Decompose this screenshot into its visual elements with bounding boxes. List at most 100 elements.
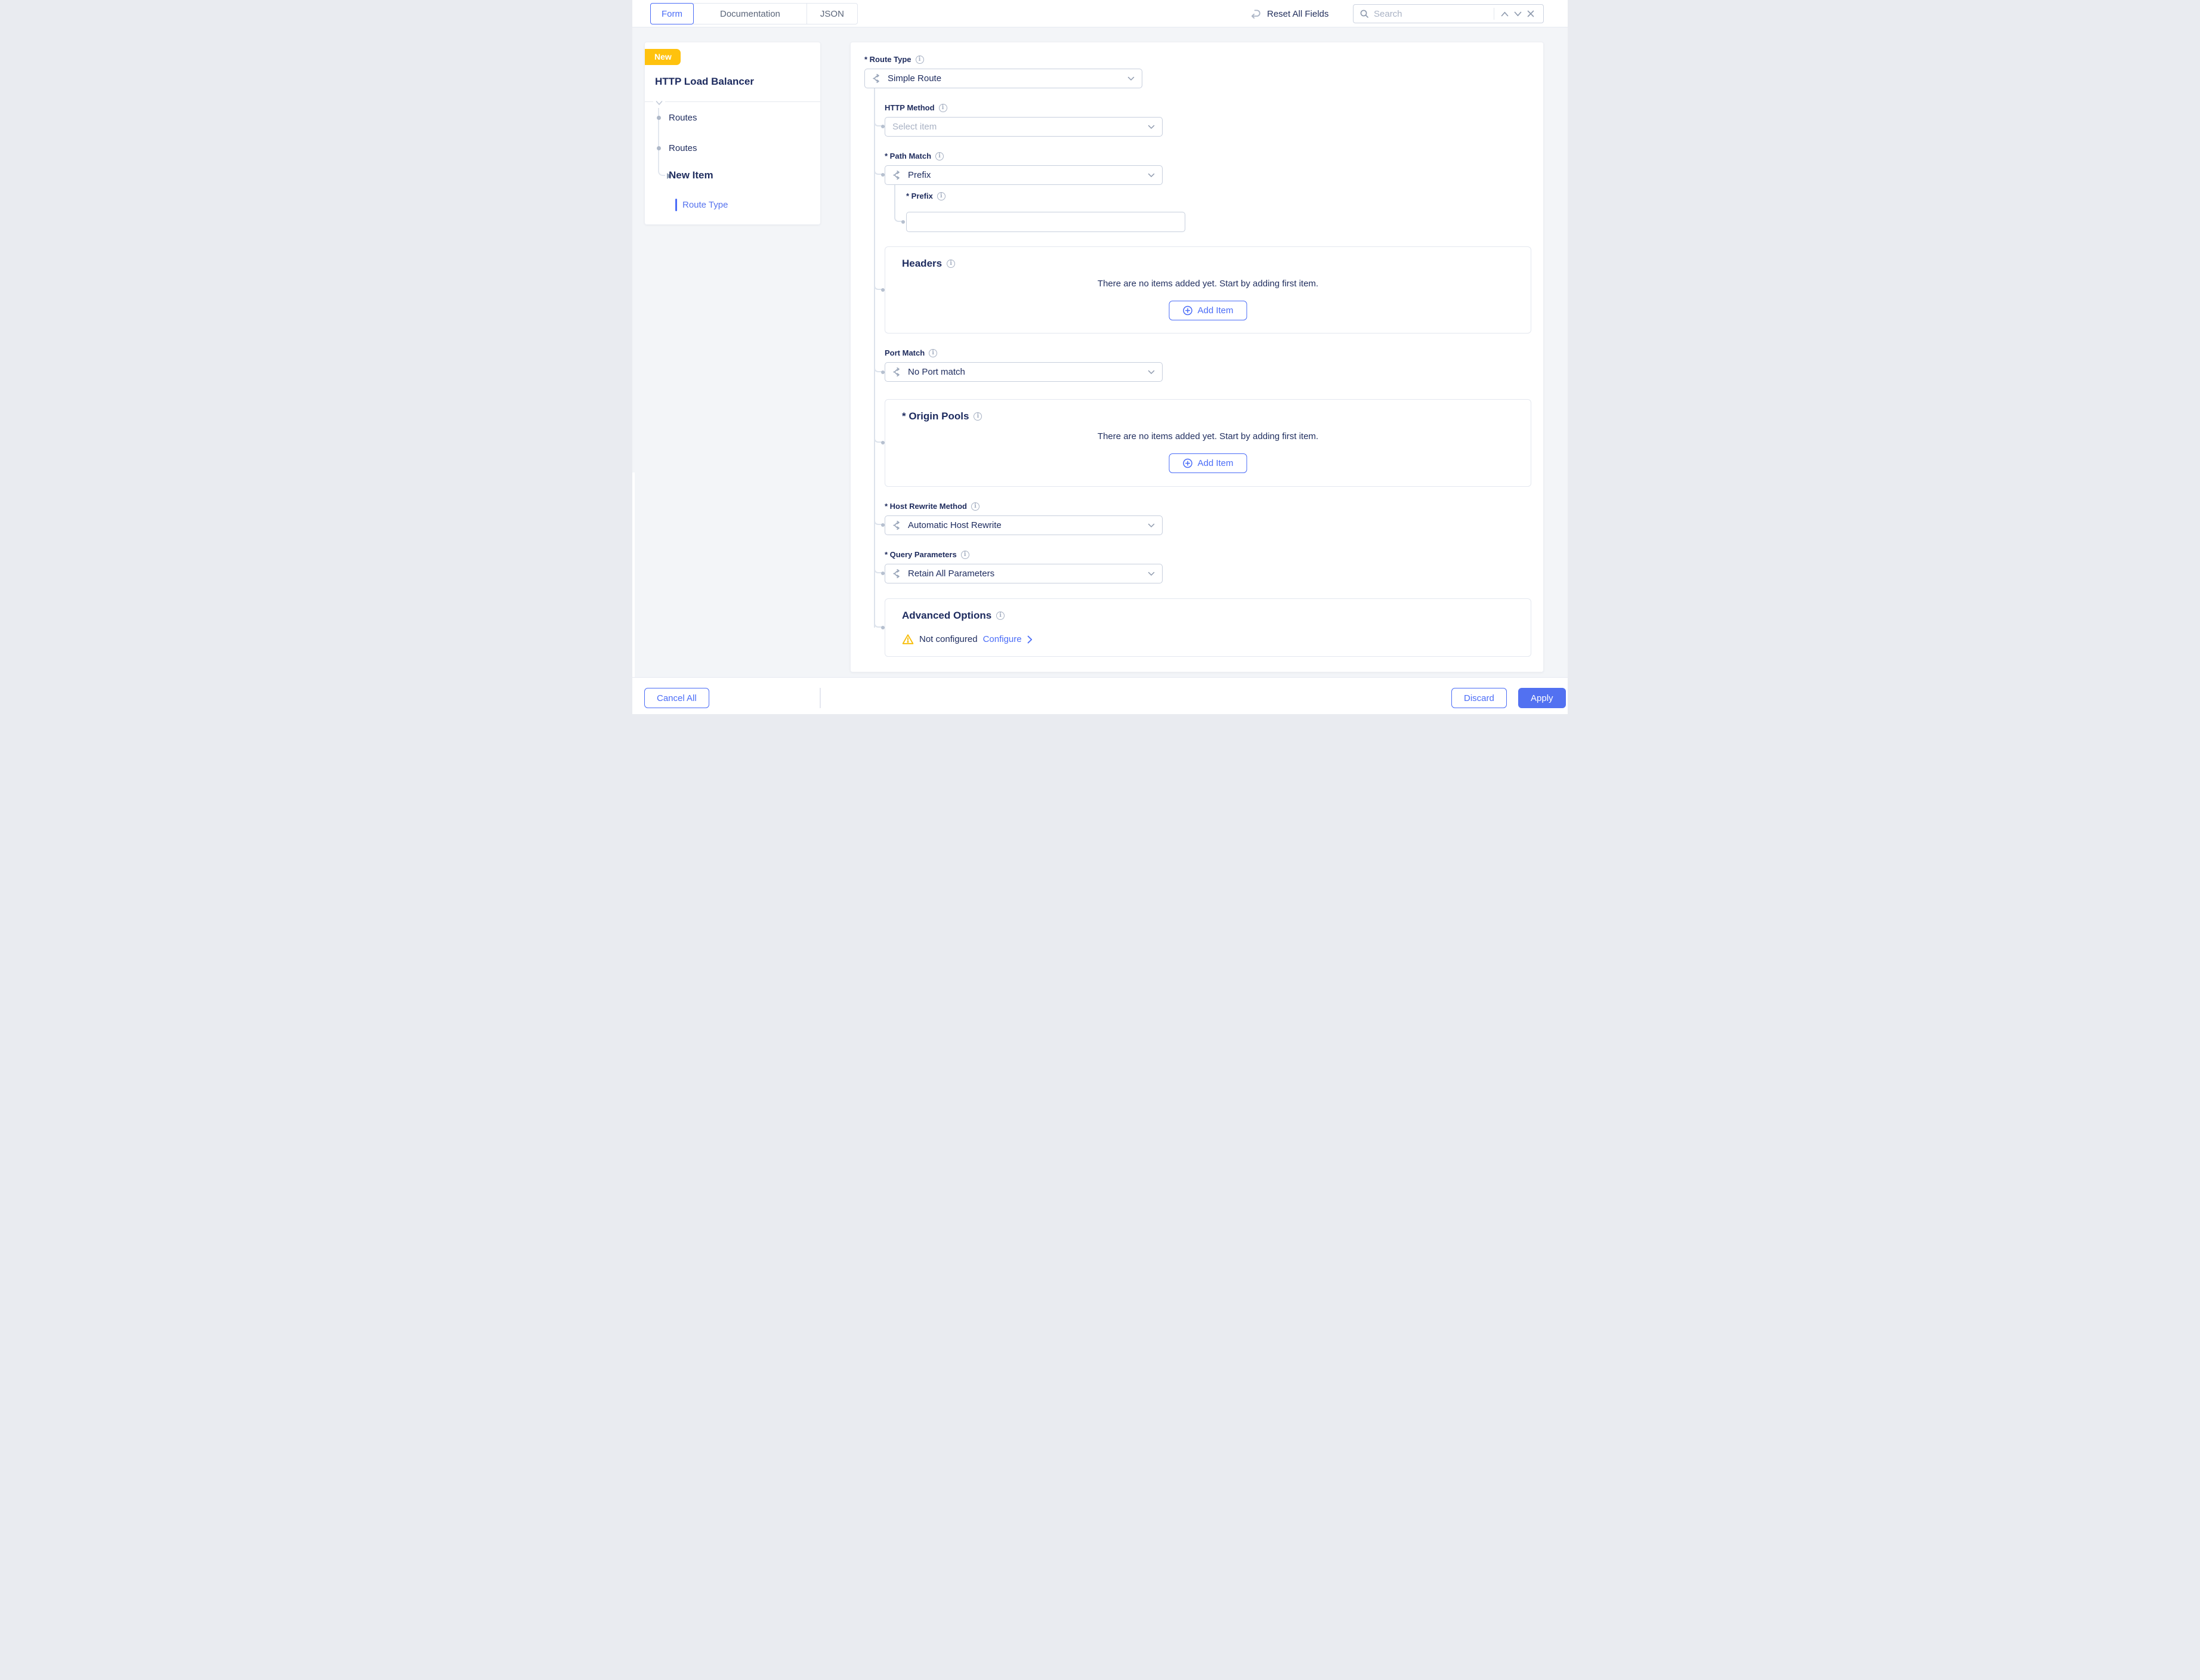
- port-match-value: No Port match: [908, 367, 965, 377]
- headers-title: Headers: [902, 258, 942, 270]
- http-method-placeholder: Select item: [892, 122, 937, 132]
- http-method-select[interactable]: Select item: [885, 117, 1163, 137]
- chevron-down-icon: [1148, 173, 1155, 178]
- apply-label: Apply: [1531, 693, 1553, 703]
- info-icon[interactable]: [996, 612, 1005, 620]
- tree-line: [874, 283, 882, 290]
- sidebar-item-routes-2[interactable]: Routes: [669, 143, 697, 153]
- panel-title: HTTP Load Balancer: [655, 76, 754, 88]
- origin-pools-empty-text: There are no items added yet. Start by a…: [885, 431, 1531, 441]
- apply-button[interactable]: Apply: [1518, 688, 1566, 708]
- headers-add-item-button[interactable]: Add Item: [1169, 301, 1247, 320]
- reset-label: Reset All Fields: [1267, 9, 1328, 19]
- prefix-input[interactable]: [906, 212, 1185, 232]
- info-icon[interactable]: [916, 55, 924, 64]
- tree-line-dot: [901, 220, 905, 224]
- plus-circle-icon: [1182, 305, 1192, 316]
- info-icon[interactable]: [929, 349, 937, 357]
- search-close-icon[interactable]: [1524, 7, 1537, 21]
- chevron-down-icon: [1127, 76, 1135, 81]
- query-params-select[interactable]: Retain All Parameters: [885, 564, 1163, 583]
- search-icon: [1359, 9, 1369, 18]
- discard-button[interactable]: Discard: [1451, 688, 1507, 708]
- query-params-label-row: * Query Parameters: [885, 550, 969, 559]
- headers-empty-text: There are no items added yet. Start by a…: [885, 279, 1531, 289]
- info-icon[interactable]: [937, 192, 945, 200]
- branch-icon: [892, 569, 903, 579]
- configure-link[interactable]: Configure: [983, 634, 1022, 644]
- info-icon[interactable]: [935, 152, 944, 160]
- prefix-label: * Prefix: [906, 192, 933, 200]
- tree-line: [874, 168, 882, 175]
- collapse-caret-icon[interactable]: [653, 99, 665, 107]
- cancel-all-button[interactable]: Cancel All: [644, 688, 709, 708]
- chevron-down-icon: [1148, 523, 1155, 528]
- sidebar-item-new-item[interactable]: New Item: [669, 169, 713, 181]
- advanced-options-status: Not configured: [919, 634, 978, 644]
- path-match-select[interactable]: Prefix: [885, 165, 1163, 185]
- origin-pools-title-row: * Origin Pools: [902, 410, 982, 422]
- form-panel: * Route Type Simple Route HTTP Method Se…: [850, 42, 1544, 672]
- reset-all-fields-button[interactable]: Reset All Fields: [1250, 0, 1328, 27]
- sidebar-item-route-type[interactable]: Route Type: [682, 200, 728, 210]
- advanced-options-title-row: Advanced Options: [902, 610, 1005, 622]
- port-match-label-row: Port Match: [885, 348, 937, 357]
- top-toolbar: Form Documentation JSON Reset All Fields: [632, 0, 1568, 27]
- search-prev-icon[interactable]: [1498, 7, 1511, 21]
- route-type-select[interactable]: Simple Route: [864, 69, 1142, 88]
- headers-section: Headers There are no items added yet. St…: [885, 246, 1531, 333]
- search-next-icon[interactable]: [1511, 7, 1524, 21]
- tab-form[interactable]: Form: [650, 3, 694, 24]
- info-icon[interactable]: [971, 502, 980, 511]
- host-rewrite-label: * Host Rewrite Method: [885, 502, 967, 511]
- query-params-label: * Query Parameters: [885, 550, 957, 559]
- tree-bullet-icon: [657, 116, 661, 120]
- tree-line: [874, 436, 882, 443]
- tree-bullet-icon: [657, 146, 661, 150]
- origin-pools-add-item-label: Add Item: [1197, 458, 1233, 468]
- route-type-label-row: * Route Type: [864, 55, 924, 64]
- path-match-label: * Path Match: [885, 152, 931, 160]
- tree-line: [874, 365, 882, 372]
- tree-line: [874, 566, 882, 573]
- reset-icon: [1250, 8, 1262, 20]
- tab-documentation[interactable]: Documentation: [693, 3, 807, 24]
- host-rewrite-value: Automatic Host Rewrite: [908, 520, 1002, 530]
- info-icon[interactable]: [939, 104, 947, 112]
- discard-label: Discard: [1464, 693, 1494, 703]
- chevron-down-icon: [1148, 572, 1155, 576]
- branch-icon: [892, 367, 903, 377]
- active-item-bar: [675, 199, 677, 211]
- info-icon[interactable]: [974, 412, 982, 421]
- port-match-select[interactable]: No Port match: [885, 362, 1163, 382]
- view-tab-group: Form Documentation JSON: [650, 3, 858, 24]
- tree-line: [874, 119, 882, 126]
- search-box: [1353, 4, 1544, 23]
- prefix-label-row: * Prefix: [906, 192, 945, 200]
- http-method-label-row: HTTP Method: [885, 103, 947, 112]
- path-match-value: Prefix: [908, 170, 931, 180]
- tab-json[interactable]: JSON: [807, 3, 858, 24]
- headers-add-item-label: Add Item: [1197, 305, 1233, 316]
- info-icon[interactable]: [961, 551, 969, 559]
- tree-line: [894, 215, 902, 222]
- footer-divider: [820, 688, 821, 708]
- tree-line: [894, 185, 895, 216]
- branch-icon: [872, 73, 882, 84]
- origin-pools-title: * Origin Pools: [902, 410, 969, 422]
- footer-bar: Cancel All Discard Apply: [632, 678, 1568, 714]
- search-input[interactable]: [1374, 9, 1491, 19]
- host-rewrite-select[interactable]: Automatic Host Rewrite: [885, 515, 1163, 535]
- origin-pools-add-item-button[interactable]: Add Item: [1169, 453, 1247, 473]
- query-params-value: Retain All Parameters: [908, 569, 994, 579]
- sidebar-item-routes-1[interactable]: Routes: [669, 113, 697, 123]
- chevron-right-icon[interactable]: [1027, 635, 1033, 644]
- warning-icon: [902, 634, 914, 645]
- route-type-label: * Route Type: [864, 55, 911, 64]
- info-icon[interactable]: [947, 260, 955, 268]
- panel-divider: [645, 101, 820, 102]
- plus-circle-icon: [1182, 458, 1192, 468]
- route-type-value: Simple Route: [888, 73, 941, 84]
- host-rewrite-label-row: * Host Rewrite Method: [885, 502, 980, 511]
- tree-line: [874, 518, 882, 525]
